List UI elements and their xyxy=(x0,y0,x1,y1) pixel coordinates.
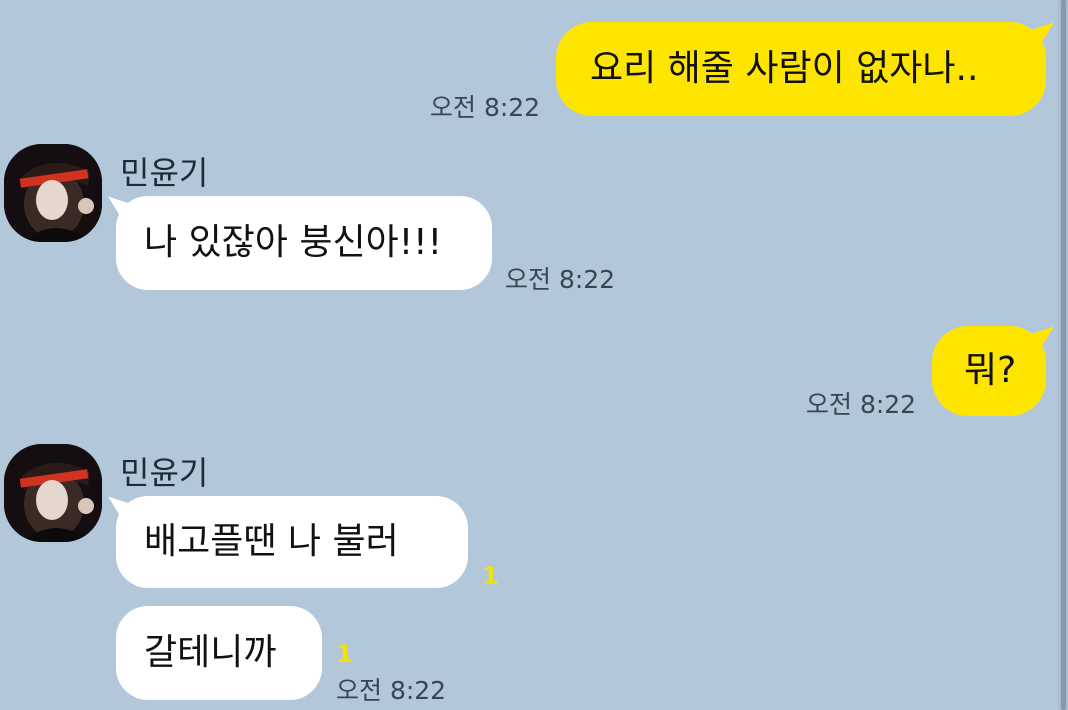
message-text: 요리 해줄 사람이 없자나.. xyxy=(590,48,979,89)
message-timestamp: 오전 8:22 xyxy=(505,265,616,294)
message-text: 뭐? xyxy=(964,350,1017,391)
message-text: 나 있잖아 붕신아!!! xyxy=(144,222,443,263)
received-message-bubble[interactable]: 배고플땐 나 불러 xyxy=(116,496,468,588)
sender-name: 민윤기 xyxy=(120,154,209,192)
received-message-bubble[interactable]: 나 있잖아 붕신아!!! xyxy=(116,196,492,290)
sent-message-bubble[interactable]: 요리 해줄 사람이 없자나.. xyxy=(556,22,1046,116)
message-timestamp: 오전 8:22 xyxy=(806,390,917,419)
sender-avatar[interactable] xyxy=(4,444,102,542)
message-timestamp: 오전 8:22 xyxy=(430,93,541,122)
scrollbar-thumb[interactable] xyxy=(1061,0,1066,710)
scrollbar[interactable] xyxy=(1058,0,1068,710)
message-text: 배고플땐 나 불러 xyxy=(144,521,399,562)
unread-count: 1 xyxy=(482,562,499,590)
received-message-bubble[interactable]: 갈테니까 xyxy=(116,606,322,700)
sender-name: 민윤기 xyxy=(120,454,209,492)
sent-message-bubble[interactable]: 뭐? xyxy=(932,326,1046,416)
sender-avatar[interactable] xyxy=(4,144,102,242)
message-text: 갈테니까 xyxy=(144,632,277,673)
unread-count: 1 xyxy=(336,640,353,668)
message-timestamp: 오전 8:22 xyxy=(336,676,447,705)
